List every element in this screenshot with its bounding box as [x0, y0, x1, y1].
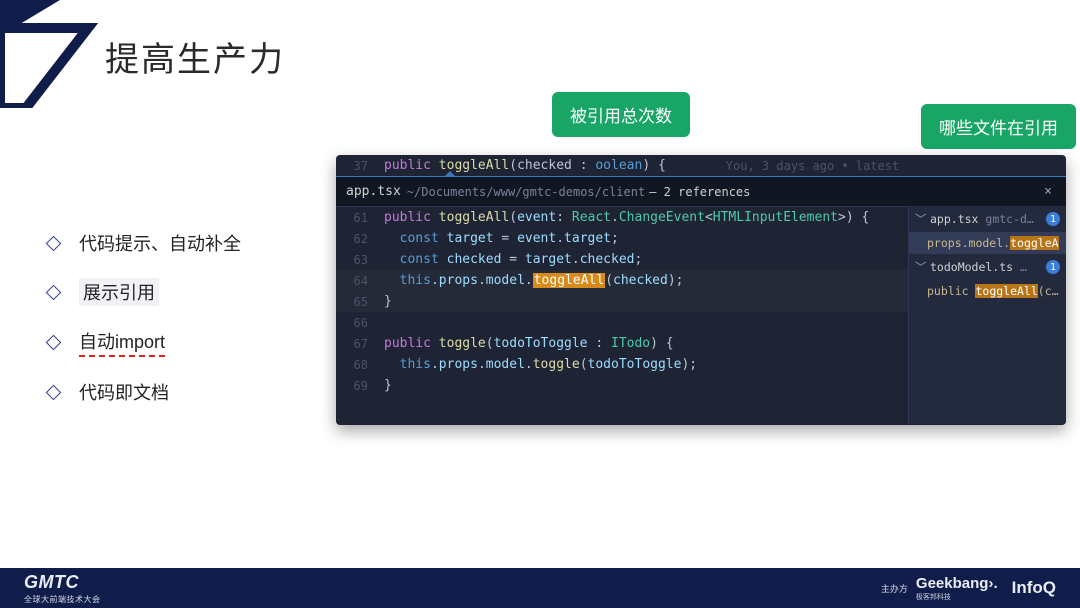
- feature-text: 自动import: [79, 328, 165, 357]
- brand-logo: GMTC: [24, 572, 101, 593]
- code-editor: 37 public toggleAll(checked : oolean) { …: [336, 155, 1066, 425]
- code-text: public toggleAll(event: React.ChangeEven…: [384, 210, 869, 225]
- ref-file-header[interactable]: ﹀todoModel.ts …1: [909, 254, 1066, 280]
- diamond-icon: [46, 335, 62, 351]
- code-text: public toggleAll(checked : oolean) {: [384, 158, 666, 173]
- feature-item: 代码提示、自动补全: [48, 230, 241, 256]
- peek-path: ~/Documents/www/gmtc-demos/client: [407, 185, 645, 199]
- feature-item: 代码即文档: [48, 379, 241, 405]
- ref-file-header[interactable]: ﹀app.tsx gmtc-d…1: [909, 206, 1066, 232]
- line-number: 64: [344, 274, 384, 288]
- ref-count-badge: 1: [1046, 260, 1060, 274]
- slide-title: 提高生产力: [105, 32, 285, 81]
- sponsor-infoq: InfoQ: [1012, 578, 1056, 598]
- brand-subtitle: 全球大前端技术大会: [24, 594, 101, 605]
- gitlens-blame: You, 3 days ago • latest: [726, 159, 899, 173]
- feature-text: 展示引用: [79, 278, 159, 306]
- peek-arrow-icon: [444, 171, 456, 177]
- sponsor-geekbang: Geekbang›. 极客邦科技: [916, 575, 1012, 602]
- slide-footer: GMTC 全球大前端技术大会 主办方 Geekbang›. 极客邦科技 Info…: [0, 568, 1080, 608]
- line-number: 66: [344, 316, 384, 330]
- peek-filename: app.tsx: [346, 184, 401, 199]
- code-text: }: [384, 378, 392, 393]
- feature-item: 自动import: [48, 328, 241, 357]
- diamond-icon: [46, 384, 62, 400]
- line-number: 62: [344, 232, 384, 246]
- code-text: const checked = target.checked;: [384, 252, 642, 267]
- line-number: 67: [344, 337, 384, 351]
- diamond-icon: [46, 284, 62, 300]
- peek-header[interactable]: app.tsx ~/Documents/www/gmtc-demos/clien…: [336, 177, 1066, 207]
- code-text: this.props.model.toggleAll(checked);: [384, 273, 683, 288]
- feature-list: 代码提示、自动补全 展示引用 自动import 代码即文档: [48, 230, 241, 427]
- callout-reffiles: 哪些文件在引用: [921, 104, 1076, 149]
- feature-item: 展示引用: [48, 278, 241, 306]
- close-icon[interactable]: ×: [1040, 184, 1056, 199]
- code-text: public toggle(todoToToggle : ITodo) {: [384, 336, 674, 351]
- ref-line[interactable]: props.model.toggleA: [909, 232, 1066, 254]
- line-number: 68: [344, 358, 384, 372]
- line-number: 69: [344, 379, 384, 393]
- feature-text: 代码提示、自动补全: [79, 230, 241, 256]
- callout-refcount: 被引用总次数: [552, 92, 690, 137]
- code-text: }: [384, 294, 392, 309]
- code-text: const target = event.target;: [384, 231, 619, 246]
- ref-count-badge: 1: [1046, 212, 1060, 226]
- line-number: 61: [344, 211, 384, 225]
- code-text: this.props.model.toggle(todoToToggle);: [384, 357, 697, 372]
- diamond-icon: [46, 235, 62, 251]
- decorative-wedge: [0, 0, 100, 108]
- line-number: 65: [344, 295, 384, 309]
- peek-refcount: – 2 references: [649, 185, 750, 199]
- host-label: 主办方: [881, 582, 908, 595]
- feature-text: 代码即文档: [79, 379, 169, 405]
- ref-line[interactable]: public toggleAll(chec: [909, 280, 1066, 302]
- chevron-down-icon: ﹀: [915, 211, 926, 227]
- line-number: 37: [344, 159, 384, 173]
- line-number: 63: [344, 253, 384, 267]
- references-panel[interactable]: ﹀app.tsx gmtc-d…1props.model.toggleA﹀tod…: [908, 206, 1066, 424]
- chevron-down-icon: ﹀: [915, 259, 926, 275]
